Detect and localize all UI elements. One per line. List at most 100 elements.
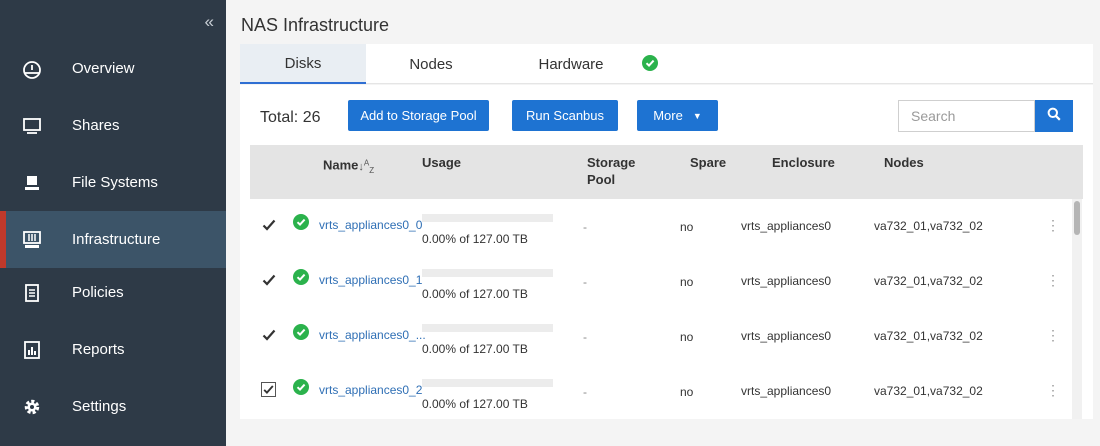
run-scanbus-button[interactable]: Run Scanbus bbox=[512, 100, 618, 131]
green-check-circle-icon bbox=[293, 379, 309, 400]
table-scrollbar[interactable] bbox=[1072, 199, 1082, 419]
spare-value: no bbox=[680, 330, 694, 344]
storage-pool-value: - bbox=[583, 330, 587, 344]
table-header: Name↓AZ Usage Storage Pool Spare Enclosu… bbox=[250, 145, 1083, 199]
app-window: « Overview Shares File Systems Infrastru bbox=[0, 0, 1100, 446]
sidebar-header: « bbox=[0, 0, 226, 44]
storage-pool-value: - bbox=[583, 385, 587, 399]
disks-panel: Total: 26 Add to Storage Pool Run Scanbu… bbox=[240, 85, 1093, 419]
dashboard-gauge-icon bbox=[22, 59, 42, 79]
column-header-spare: Spare bbox=[690, 155, 727, 170]
row-checkbox[interactable] bbox=[261, 272, 276, 287]
tab-hardware[interactable]: Hardware bbox=[496, 44, 646, 84]
tab-nodes[interactable]: Nodes bbox=[366, 44, 496, 84]
search-button[interactable] bbox=[1035, 100, 1073, 132]
row-actions-kebab-icon[interactable]: ⋮ bbox=[1046, 218, 1060, 232]
gear-icon bbox=[22, 397, 42, 417]
usage-progress-bar bbox=[422, 379, 553, 387]
nodes-value: va732_01,va732_02 bbox=[874, 384, 983, 398]
column-header-usage: Usage bbox=[422, 155, 462, 170]
report-chart-icon bbox=[22, 340, 42, 360]
sidebar-item-infrastructure[interactable]: Infrastructure bbox=[0, 211, 226, 268]
usage-text: 0.00% of 127.00 TB bbox=[422, 397, 528, 411]
tab-disks[interactable]: Disks bbox=[240, 44, 366, 84]
enclosure-value: vrts_appliances0 bbox=[741, 219, 832, 233]
main-content: NAS Infrastructure Disks Nodes Hardware … bbox=[226, 0, 1100, 446]
server-icon bbox=[22, 230, 42, 250]
sidebar-item-shares[interactable]: Shares bbox=[0, 97, 226, 154]
usage-progress-bar bbox=[422, 269, 553, 277]
sidebar-item-label: Infrastructure bbox=[72, 231, 161, 248]
column-label-line: Pool bbox=[587, 172, 616, 187]
caret-down-icon: ▼ bbox=[692, 110, 702, 121]
green-check-circle-icon bbox=[293, 214, 309, 235]
sort-alpha-icon[interactable]: ↓AZ bbox=[358, 158, 374, 175]
row-actions-kebab-icon[interactable]: ⋮ bbox=[1046, 328, 1060, 342]
add-to-storage-pool-button[interactable]: Add to Storage Pool bbox=[348, 100, 489, 131]
double-chevron-left-icon[interactable]: « bbox=[205, 12, 214, 32]
disk-name-link[interactable]: vrts_appliances0_0 bbox=[319, 218, 422, 232]
file-systems-icon bbox=[22, 173, 42, 193]
nodes-value: va732_01,va732_02 bbox=[874, 219, 983, 233]
sidebar-item-label: Settings bbox=[72, 398, 127, 415]
enclosure-value: vrts_appliances0 bbox=[741, 329, 832, 343]
spare-value: no bbox=[680, 275, 694, 289]
sidebar-item-label: File Systems bbox=[72, 174, 158, 191]
row-actions-kebab-icon[interactable]: ⋮ bbox=[1046, 383, 1060, 397]
sidebar-item-reports[interactable]: Reports bbox=[0, 321, 226, 378]
search-icon bbox=[1047, 107, 1061, 126]
row-checkbox[interactable] bbox=[261, 327, 276, 342]
table-row[interactable]: vrts_appliances0_1 0.00% of 127.00 TB - … bbox=[250, 254, 1070, 309]
more-dropdown-button[interactable]: More ▼ bbox=[637, 100, 718, 131]
enclosure-value: vrts_appliances0 bbox=[741, 384, 832, 398]
table-row[interactable]: vrts_appliances0_0 0.00% of 127.00 TB - … bbox=[250, 199, 1070, 254]
column-header-enclosure: Enclosure bbox=[772, 155, 835, 170]
page-title: NAS Infrastructure bbox=[241, 15, 390, 35]
search-input[interactable] bbox=[898, 100, 1035, 132]
tab-bar: Disks Nodes Hardware bbox=[240, 44, 1093, 84]
table-row[interactable]: vrts_appliances0_... 0.00% of 127.00 TB … bbox=[250, 309, 1070, 364]
sidebar-item-label: Policies bbox=[72, 284, 124, 301]
nodes-value: va732_01,va732_02 bbox=[874, 329, 983, 343]
sidebar-item-settings[interactable]: Settings bbox=[0, 378, 226, 435]
sidebar-item-label: Shares bbox=[72, 117, 120, 134]
sidebar-item-policies[interactable]: Policies bbox=[0, 264, 226, 321]
usage-text: 0.00% of 127.00 TB bbox=[422, 232, 528, 246]
more-label: More bbox=[653, 108, 683, 123]
row-actions-kebab-icon[interactable]: ⋮ bbox=[1046, 273, 1060, 287]
sidebar-item-label: Overview bbox=[72, 60, 135, 77]
sidebar-item-file-systems[interactable]: File Systems bbox=[0, 154, 226, 211]
nodes-value: va732_01,va732_02 bbox=[874, 274, 983, 288]
column-header-name[interactable]: Name↓AZ bbox=[323, 154, 374, 179]
column-header-storage-pool: Storage Pool bbox=[587, 154, 635, 188]
row-checkbox[interactable] bbox=[261, 217, 276, 232]
green-check-circle-icon bbox=[642, 55, 658, 76]
document-list-icon bbox=[22, 283, 42, 303]
usage-text: 0.00% of 127.00 TB bbox=[422, 342, 528, 356]
table-row[interactable]: vrts_appliances0_2 0.00% of 127.00 TB - … bbox=[250, 364, 1070, 419]
row-checkbox[interactable] bbox=[261, 382, 276, 397]
sidebar: « Overview Shares File Systems Infrastru bbox=[0, 0, 226, 446]
column-header-nodes: Nodes bbox=[884, 155, 924, 170]
column-label-line: Storage bbox=[587, 155, 636, 170]
disk-name-link[interactable]: vrts_appliances0_1 bbox=[319, 273, 422, 287]
sidebar-item-overview[interactable]: Overview bbox=[0, 40, 226, 97]
monitor-icon bbox=[22, 116, 42, 136]
column-label: Name bbox=[323, 157, 359, 173]
usage-text: 0.00% of 127.00 TB bbox=[422, 287, 528, 301]
table-body: vrts_appliances0_0 0.00% of 127.00 TB - … bbox=[250, 199, 1083, 419]
green-check-circle-icon bbox=[293, 324, 309, 345]
storage-pool-value: - bbox=[583, 275, 587, 289]
spare-value: no bbox=[680, 220, 694, 234]
sidebar-item-label: Reports bbox=[72, 341, 125, 358]
scrollbar-thumb[interactable] bbox=[1074, 201, 1080, 235]
disk-name-link[interactable]: vrts_appliances0_... bbox=[319, 328, 426, 342]
green-check-circle-icon bbox=[293, 269, 309, 290]
enclosure-value: vrts_appliances0 bbox=[741, 274, 832, 288]
usage-progress-bar bbox=[422, 324, 553, 332]
disk-name-link[interactable]: vrts_appliances0_2 bbox=[319, 383, 422, 397]
spare-value: no bbox=[680, 385, 694, 399]
usage-progress-bar bbox=[422, 214, 553, 222]
storage-pool-value: - bbox=[583, 220, 587, 234]
total-count: Total: 26 bbox=[260, 109, 321, 126]
